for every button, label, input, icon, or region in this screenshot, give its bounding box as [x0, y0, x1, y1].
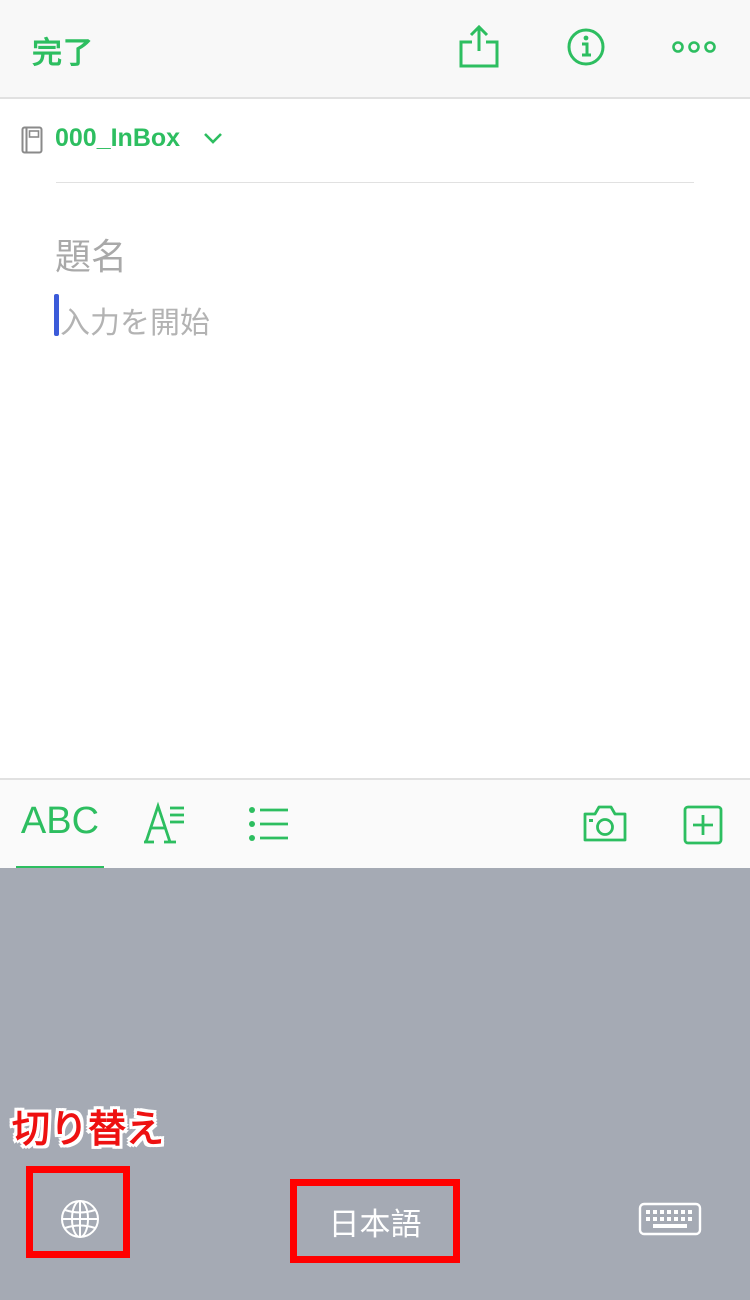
notebook-name: 000_InBox — [55, 124, 181, 152]
text-format-icon[interactable] — [140, 800, 188, 848]
globe-key[interactable] — [26, 1166, 130, 1258]
info-icon[interactable] — [563, 24, 609, 70]
add-icon[interactable] — [682, 800, 724, 848]
top-navigation-bar: 完了 — [0, 0, 750, 99]
format-toolbar: ABC — [0, 778, 750, 870]
list-icon[interactable] — [246, 800, 294, 848]
language-key[interactable]: 日本語 — [290, 1179, 460, 1263]
note-title-field[interactable]: 題名 — [55, 228, 127, 280]
globe-icon — [61, 1200, 99, 1238]
divider — [56, 182, 694, 183]
text-cursor — [54, 294, 59, 336]
chevron-down-icon — [204, 133, 222, 144]
keyboard-area: 切り替え 日本語 — [0, 868, 750, 1300]
more-icon[interactable] — [670, 24, 718, 70]
notebook-selector[interactable]: 000_InBox — [0, 116, 750, 166]
tab-abc[interactable]: ABC — [16, 800, 104, 843]
keyboard-hide-icon[interactable] — [638, 1202, 702, 1238]
notebook-icon — [21, 126, 43, 154]
done-button[interactable]: 完了 — [32, 28, 94, 72]
switch-annotation-label: 切り替え — [12, 1107, 165, 1151]
note-body-field[interactable]: 入力を開始 — [60, 298, 210, 342]
camera-icon[interactable] — [582, 800, 628, 848]
share-icon[interactable] — [456, 24, 502, 70]
